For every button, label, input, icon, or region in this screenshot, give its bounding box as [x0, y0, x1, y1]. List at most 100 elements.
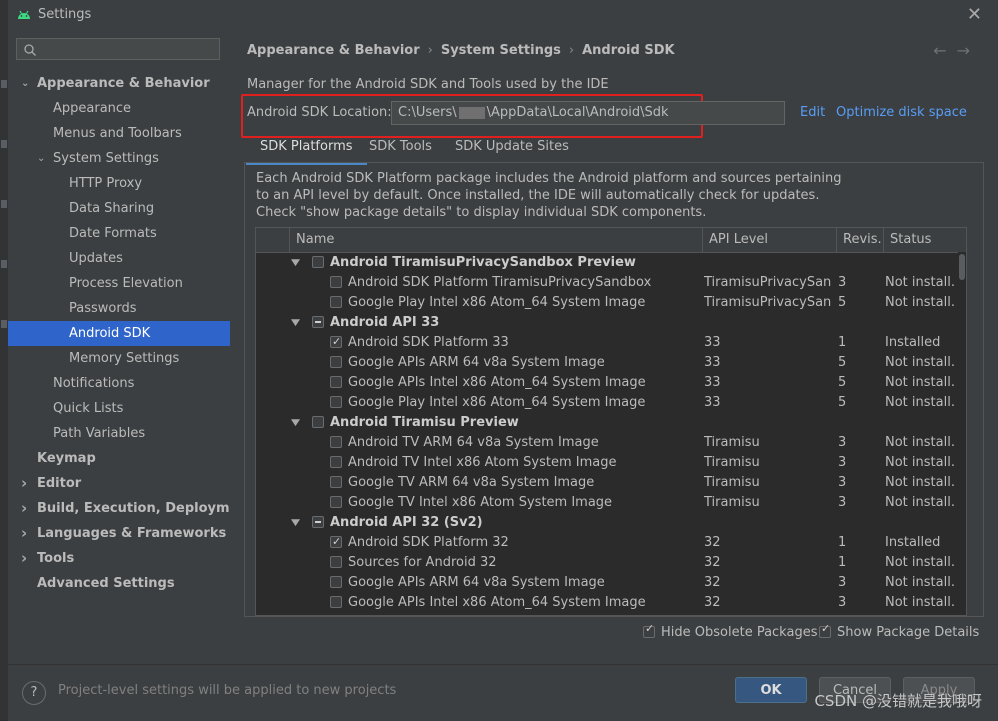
table-row[interactable]: Android SDK Platform 32 32 1 Installed — [256, 532, 956, 553]
sidebar-item[interactable]: › Languages & Frameworks — [8, 521, 230, 546]
chevron-down-icon[interactable]: ▼ — [291, 413, 300, 433]
package-checkbox[interactable] — [330, 296, 342, 308]
package-checkbox[interactable] — [312, 256, 324, 268]
table-group-row[interactable]: ▼ Android API 33 — [256, 313, 956, 333]
sidebar-item[interactable]: Notifications — [8, 371, 230, 396]
sidebar-item[interactable]: Date Formats — [8, 221, 230, 246]
table-group-row[interactable]: ▼ Android TiramisuPrivacySandbox Preview — [256, 253, 956, 273]
breadcrumb-item[interactable]: Appearance & Behavior — [247, 43, 420, 58]
package-checkbox[interactable] — [312, 416, 324, 428]
optimize-disk-space-link[interactable]: Optimize disk space — [836, 105, 967, 120]
table-row[interactable]: Android TV ARM 64 v8a System Image Tirami… — [256, 433, 956, 453]
chevron-right-icon[interactable]: › — [21, 496, 33, 521]
sidebar-item[interactable]: Passwords — [8, 296, 230, 321]
package-checkbox[interactable] — [330, 396, 342, 408]
chevron-down-icon[interactable]: ▼ — [291, 513, 300, 533]
sidebar-item[interactable]: Android SDK — [8, 321, 230, 346]
table-row[interactable]: Android SDK Platform TiramisuPrivacySand… — [256, 273, 956, 293]
table-row[interactable]: Google APIs ARM 64 v8a System Image 33 5 No… — [256, 353, 956, 373]
package-checkbox[interactable] — [330, 356, 342, 368]
scrollbar-thumb[interactable] — [959, 254, 965, 280]
tab-sdk-platforms[interactable]: SDK Platforms — [246, 134, 367, 165]
table-row[interactable]: Sources for Android 32 32 1 Not install... — [256, 553, 956, 573]
revision-cell: 5 — [838, 375, 847, 390]
chevron-down-icon[interactable]: ⌄ — [21, 71, 33, 96]
breadcrumb-item[interactable]: System Settings — [441, 43, 561, 58]
table-row[interactable]: Google Play Intel x86 Atom_64 System Ima… — [256, 393, 956, 413]
api-level-cell: 33 — [704, 355, 721, 370]
close-icon[interactable]: ✕ — [967, 4, 982, 25]
table-scrollbar[interactable] — [958, 252, 966, 614]
sidebar-item[interactable]: › Editor — [8, 471, 230, 496]
table-row[interactable]: Google TV ARM 64 v8a System Image Tiramis… — [256, 473, 956, 493]
table-row[interactable]: Google APIs Intel x86 Atom_64 System Ima… — [256, 593, 956, 613]
page-description: Manager for the Android SDK and Tools us… — [247, 77, 609, 92]
table-group-row[interactable]: ▼ Android API 32 (Sv2) — [256, 513, 956, 533]
api-level-cell: 32 — [704, 555, 721, 570]
package-checkbox[interactable] — [330, 596, 342, 608]
sidebar-item[interactable]: ⌄ System Settings — [8, 146, 230, 171]
sidebar-item[interactable]: Memory Settings — [8, 346, 230, 371]
back-arrow-icon[interactable]: ← — [933, 41, 956, 60]
package-checkbox[interactable] — [312, 516, 324, 528]
edit-link[interactable]: Edit — [800, 105, 825, 120]
table-row[interactable]: Google APIs ARM 64 v8a System Image 32 3 No… — [256, 573, 956, 593]
tab-sdk-tools[interactable]: SDK Tools — [355, 134, 446, 162]
table-row[interactable]: Android SDK Platform 33 33 1 Installed — [256, 332, 956, 353]
table-row[interactable]: Google Play Intel x86 Atom_64 System Ima… — [256, 293, 956, 313]
sidebar-item[interactable]: Process Elevation — [8, 271, 230, 296]
settings-search-input[interactable] — [16, 38, 220, 60]
sidebar-item[interactable]: › Build, Execution, Deployment — [8, 496, 254, 521]
show-details-option[interactable]: Show Package Details — [819, 622, 979, 640]
chevron-down-icon[interactable]: ▼ — [291, 313, 300, 333]
status-cell: Not install... — [885, 595, 955, 610]
sidebar-item[interactable]: Appearance — [8, 96, 230, 121]
package-checkbox[interactable] — [312, 316, 324, 328]
package-checkbox[interactable] — [330, 276, 342, 288]
sidebar-item[interactable]: Updates — [8, 246, 230, 271]
package-checkbox[interactable] — [330, 576, 342, 588]
column-header-api-level[interactable]: API Level — [702, 228, 836, 252]
hide-obsolete-checkbox[interactable] — [643, 622, 655, 638]
ok-button[interactable]: OK — [735, 677, 807, 703]
sidebar-item[interactable]: Path Variables — [8, 421, 230, 446]
sidebar-item[interactable]: › Tools — [8, 546, 230, 571]
package-checkbox[interactable] — [330, 496, 342, 508]
sdk-location-field[interactable]: C:\Users\ \AppData\Local\Android\Sdk — [391, 101, 785, 125]
sidebar-item[interactable]: Quick Lists — [8, 396, 230, 421]
chevron-down-icon[interactable]: ⌄ — [37, 146, 49, 171]
package-checkbox[interactable] — [330, 376, 342, 388]
sidebar-item[interactable]: HTTP Proxy — [8, 171, 230, 196]
sidebar-item[interactable]: Advanced Settings — [8, 571, 230, 596]
package-checkbox[interactable] — [330, 532, 342, 552]
sidebar-item[interactable]: ⌄ Appearance & Behavior — [8, 71, 230, 96]
chevron-right-icon[interactable]: › — [21, 546, 33, 571]
table-row[interactable]: Android TV Intel x86 Atom System Image Ti… — [256, 453, 956, 473]
column-header-status[interactable]: Status — [883, 228, 966, 252]
chevron-right-icon[interactable]: › — [21, 471, 33, 496]
package-checkbox[interactable] — [330, 456, 342, 468]
status-cell: Not install... — [885, 375, 955, 390]
show-details-checkbox[interactable] — [819, 622, 831, 638]
background-ide-strip — [0, 0, 8, 720]
column-header-revision[interactable]: Revis... — [836, 228, 884, 252]
column-header-name[interactable]: Name — [289, 228, 704, 252]
sidebar-item[interactable]: Keymap — [8, 446, 230, 471]
table-row[interactable]: Google TV Intel x86 Atom System Image Tir… — [256, 493, 956, 513]
table-row[interactable]: Google APIs Intel x86 Atom_64 System Ima… — [256, 373, 956, 393]
package-checkbox[interactable] — [330, 332, 342, 352]
package-checkbox[interactable] — [330, 436, 342, 448]
package-name: Google TV Intel x86 Atom System Image — [348, 495, 613, 510]
sidebar-item[interactable]: Menus and Toolbars — [8, 121, 230, 146]
package-checkbox[interactable] — [330, 476, 342, 488]
tab-sdk-update-sites[interactable]: SDK Update Sites — [441, 134, 583, 162]
hide-obsolete-option[interactable]: Hide Obsolete Packages — [643, 622, 817, 640]
table-group-row[interactable]: ▼ Android Tiramisu Preview — [256, 413, 956, 433]
sidebar-item-label: Path Variables — [53, 426, 146, 441]
help-button[interactable]: ? — [22, 681, 46, 705]
chevron-right-icon[interactable]: › — [21, 521, 33, 546]
package-checkbox[interactable] — [330, 556, 342, 568]
sidebar-item[interactable]: Data Sharing — [8, 196, 230, 221]
chevron-down-icon[interactable]: ▼ — [291, 253, 300, 273]
forward-arrow-icon[interactable]: → — [957, 41, 980, 60]
